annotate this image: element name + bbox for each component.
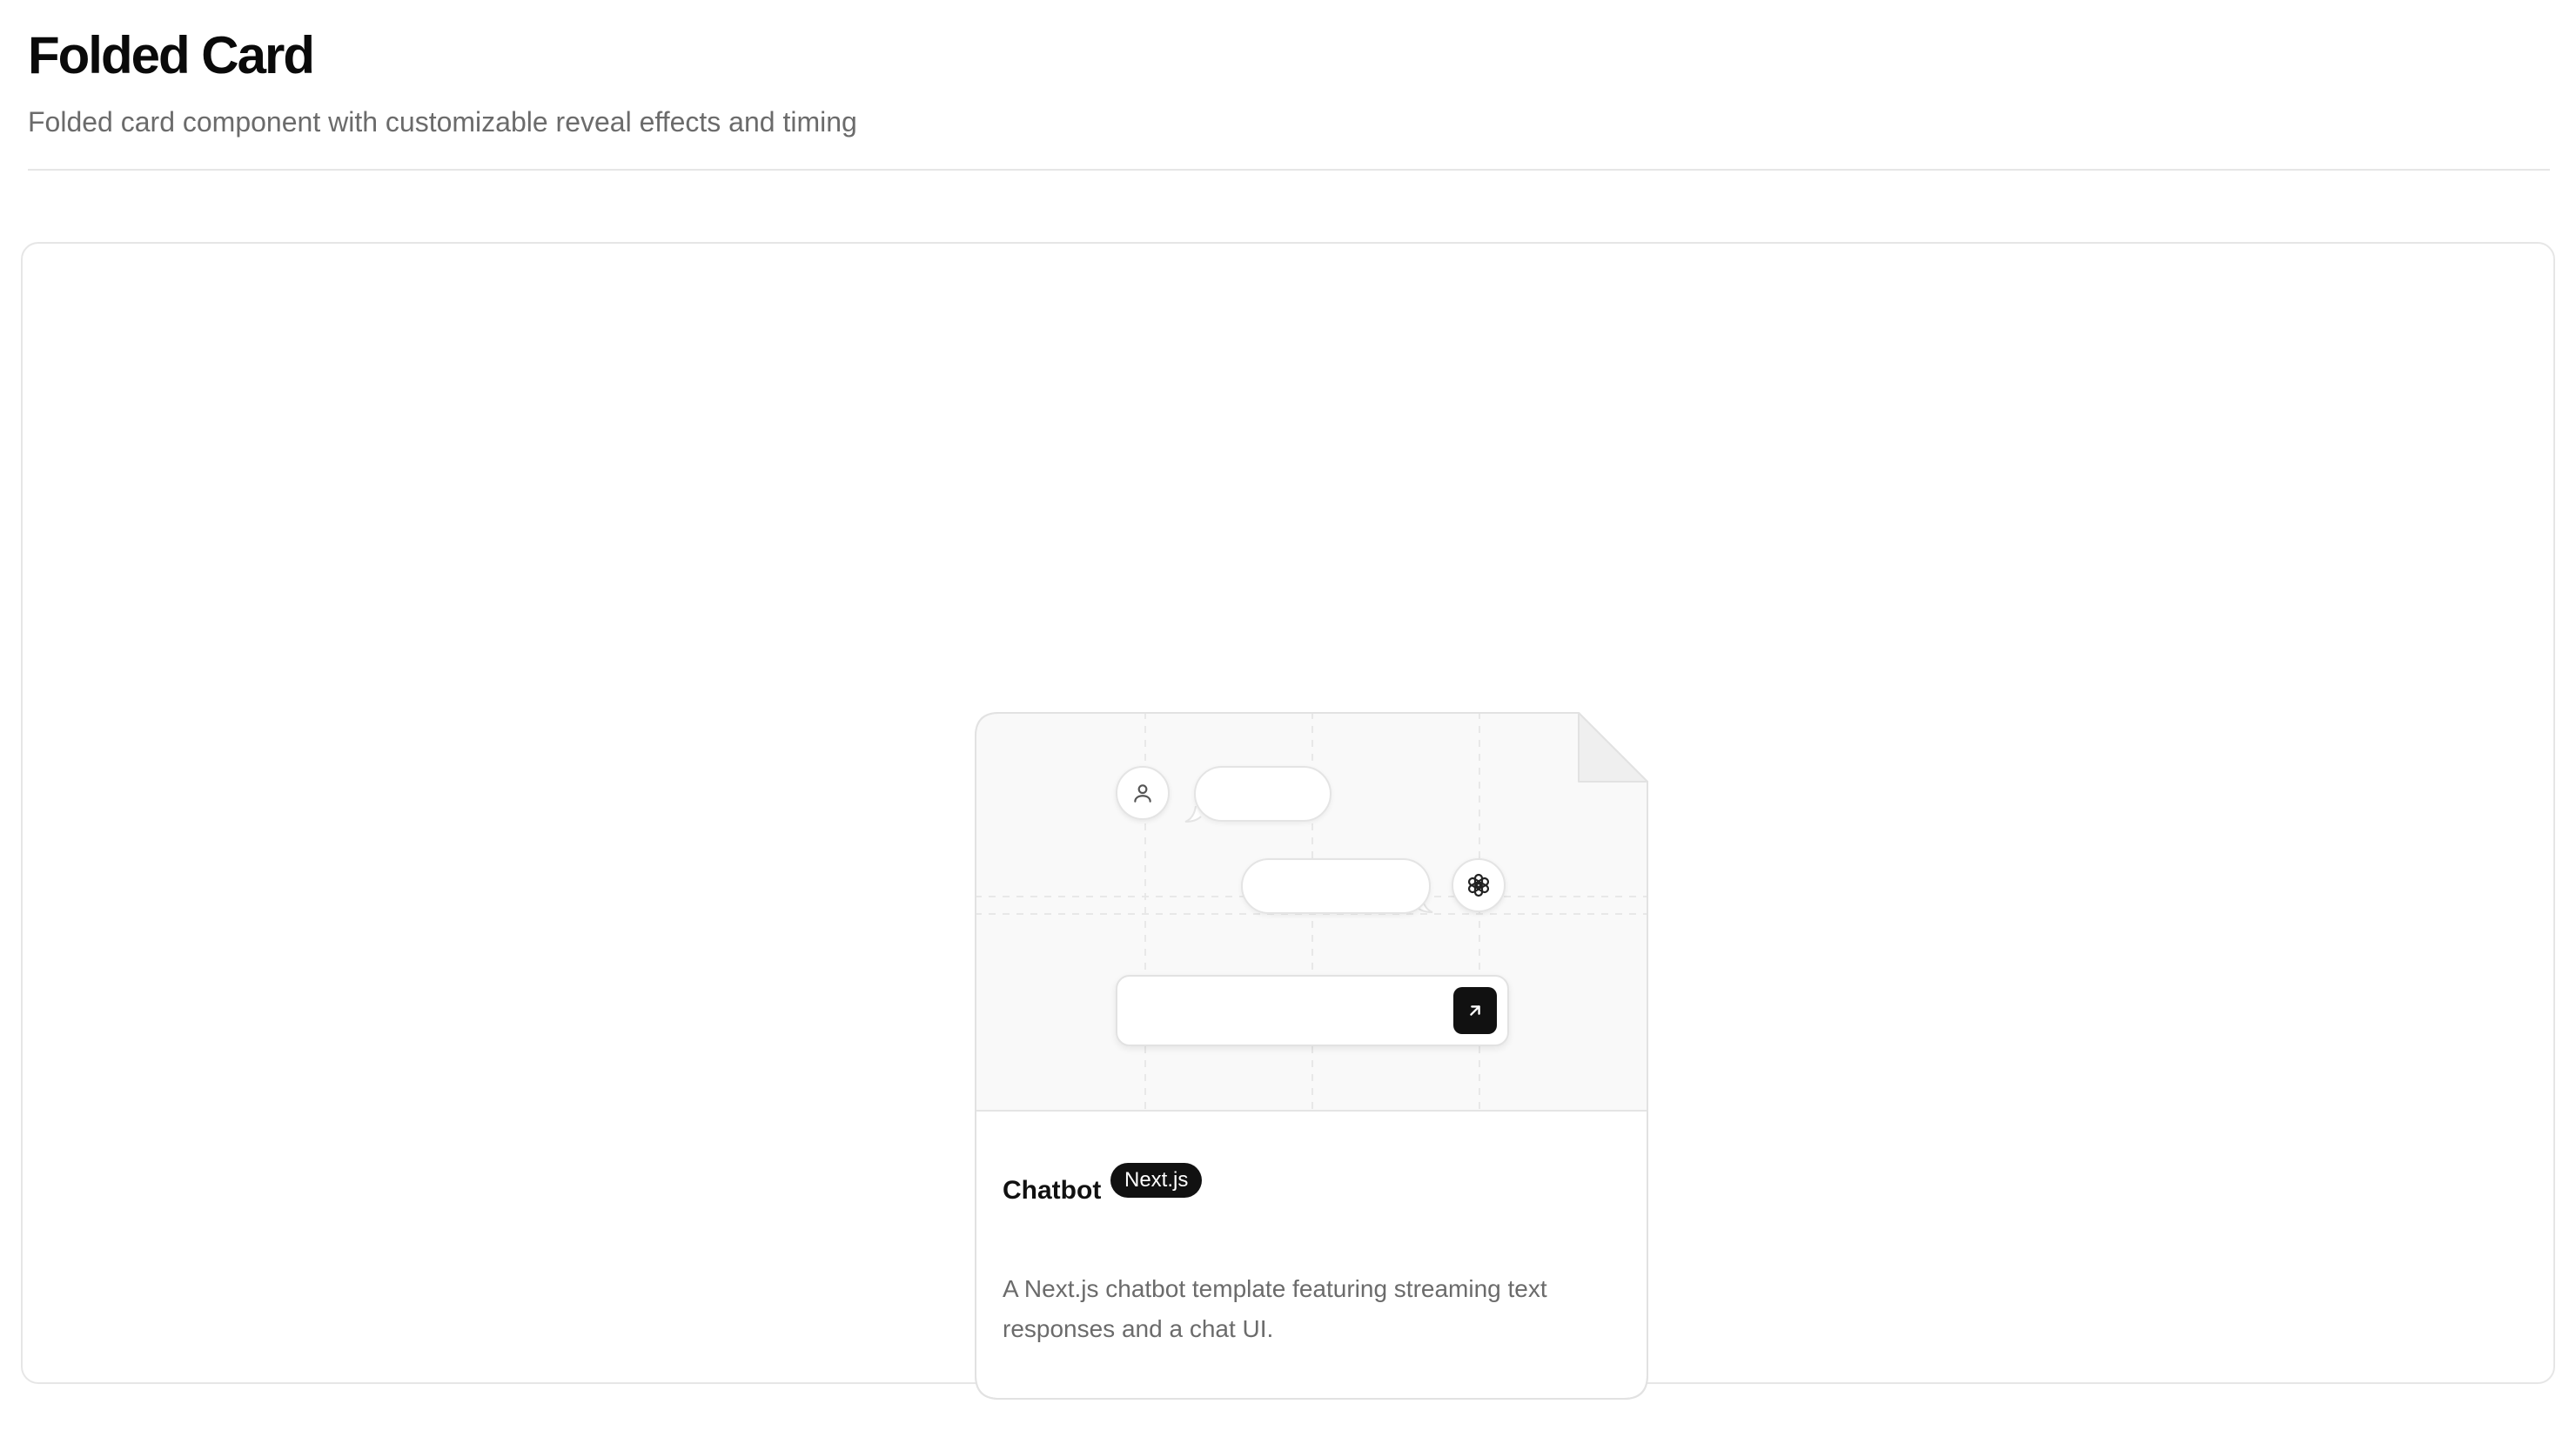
- chat-illustration: [976, 714, 1647, 1111]
- card-title: Chatbot: [1003, 1176, 1102, 1205]
- preview-panel: Chatbot Next.js A Next.js chatbot templa…: [21, 242, 2555, 1400]
- folded-card[interactable]: Chatbot Next.js A Next.js chatbot templa…: [975, 712, 1648, 1400]
- card-description: A Next.js chatbot template featuring str…: [1003, 1275, 1547, 1342]
- framework-badge: Next.js: [1110, 1163, 1203, 1198]
- header-divider: [28, 169, 2550, 171]
- user-avatar: [1116, 766, 1170, 820]
- page: Folded Card Folded card component with c…: [0, 0, 2576, 1431]
- user-icon: [1134, 784, 1151, 803]
- user-message-bubble: [1194, 766, 1332, 822]
- openai-logo-icon: [1467, 873, 1490, 897]
- page-subtitle: Folded card component with customizable …: [28, 106, 857, 138]
- send-button[interactable]: [1453, 987, 1497, 1034]
- arrow-up-right-icon: [1470, 1005, 1480, 1016]
- chat-input-mock: [1116, 975, 1509, 1046]
- assistant-message-bubble: [1241, 858, 1431, 914]
- page-title: Folded Card: [28, 26, 315, 84]
- assistant-avatar: [1452, 858, 1506, 912]
